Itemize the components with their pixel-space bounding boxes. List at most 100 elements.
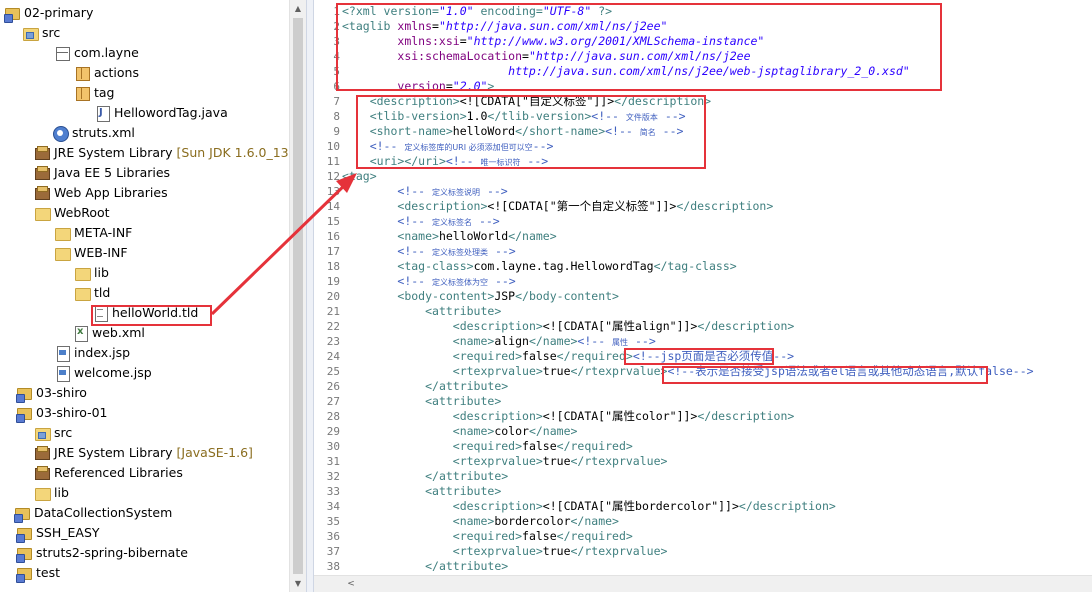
- tree-item-meta-inf[interactable]: META-INF: [54, 223, 132, 243]
- pane-divider[interactable]: [306, 0, 314, 592]
- tree-item-label: tld: [94, 285, 111, 300]
- code-line[interactable]: <!-- 定义标签处理类 -->: [342, 244, 515, 259]
- project-icon: [16, 385, 32, 403]
- tree-item-03-shiro[interactable]: 03-shiro: [16, 383, 87, 403]
- code-line[interactable]: <description><![CDATA["属性color"]]></desc…: [342, 409, 795, 424]
- tree-item-jre-system-library[interactable]: JRE System Library [JavaSE-1.6]: [34, 443, 253, 463]
- tree-item-actions[interactable]: actions: [74, 63, 139, 83]
- code-token: 定义标签体为空: [432, 278, 489, 287]
- tree-item-web-xml[interactable]: web.xml: [72, 323, 145, 343]
- code-line[interactable]: <attribute>: [342, 394, 501, 409]
- tree-item-web-app-libraries[interactable]: Web App Libraries: [34, 183, 168, 203]
- code-line[interactable]: <required>false</required>: [342, 529, 633, 544]
- tree-item-referenced-libraries[interactable]: Referenced Libraries: [34, 463, 183, 483]
- tree-item-src[interactable]: src: [34, 423, 72, 443]
- code-line[interactable]: <attribute>: [342, 304, 501, 319]
- tree-item-label: struts2-spring-bibernate: [36, 545, 188, 560]
- tree-item-label: 03-shiro-01: [36, 405, 108, 420]
- code-token: </body-content>: [515, 289, 619, 303]
- tree-item-struts-xml[interactable]: struts.xml: [52, 123, 135, 143]
- tree-item-decoration: [Sun JDK 1.6.0_13]: [176, 145, 290, 160]
- folder-icon: [54, 225, 71, 241]
- code-line[interactable]: <!-- 定义标签体为空 -->: [342, 274, 516, 289]
- tree-item-struts2-spring-bibernate[interactable]: struts2-spring-bibernate: [16, 543, 188, 563]
- tree-item-label: lib: [54, 485, 69, 500]
- code-line[interactable]: <!-- 定义标签说明 -->: [342, 184, 507, 199]
- scroll-left-arrow-icon[interactable]: <: [344, 576, 358, 592]
- code-line[interactable]: <name>bordercolor</name>: [342, 514, 619, 529]
- tree-item-java-ee-5-libraries[interactable]: Java EE 5 Libraries: [34, 163, 170, 183]
- code-line[interactable]: <attribute>: [342, 484, 501, 499]
- tree-item-lib[interactable]: lib: [34, 483, 69, 503]
- tree-item-02-primary[interactable]: 02-primary: [4, 3, 93, 23]
- tree-item-index-jsp[interactable]: index.jsp: [54, 343, 130, 363]
- code-token: <description>: [452, 499, 543, 513]
- project-icon: [16, 525, 32, 543]
- struts-config-icon: [52, 125, 69, 142]
- tree-item-datacollectionsystem[interactable]: DataCollectionSystem: [14, 503, 172, 523]
- tree-item-label: WebRoot: [54, 205, 110, 220]
- code-line[interactable]: <name>helloWorld</name>: [342, 229, 556, 244]
- code-token: <description>: [397, 199, 488, 213]
- code-line[interactable]: <name>color</name>: [342, 424, 578, 439]
- code-line[interactable]: <tag>: [342, 169, 377, 184]
- tree-item-web-inf[interactable]: WEB-INF: [54, 243, 128, 263]
- code-token: </required>: [556, 529, 633, 543]
- code-token: -->: [488, 274, 516, 288]
- library-icon: [34, 465, 50, 481]
- tree-item-welcome-jsp[interactable]: welcome.jsp: [54, 363, 152, 383]
- tree-item-src[interactable]: src: [22, 23, 60, 43]
- tree-item-jre-system-library[interactable]: JRE System Library [Sun JDK 1.6.0_13]: [34, 143, 290, 163]
- editor-horizontal-scrollbar[interactable]: <: [314, 575, 1092, 592]
- tree-item-label: tag: [94, 85, 115, 100]
- code-line[interactable]: <description><![CDATA["属性bordercolor"]]>…: [342, 499, 836, 514]
- scroll-down-arrow-icon[interactable]: ▼: [290, 575, 306, 592]
- tree-item-com-layne[interactable]: com.layne: [54, 43, 139, 63]
- tree-item-label: META-INF: [74, 225, 133, 240]
- code-line[interactable]: <required>false</required>: [342, 439, 633, 454]
- tree-item-test[interactable]: test: [16, 563, 60, 583]
- tree-item-tld[interactable]: tld: [74, 283, 110, 303]
- code-line[interactable]: <name>align</name><!-- 属性 -->: [342, 334, 656, 349]
- tree-item-label: 03-shiro: [36, 385, 87, 400]
- line-number: 18: [326, 260, 340, 273]
- explorer-vertical-scrollbar[interactable]: ▲ ▼: [289, 0, 306, 592]
- code-line[interactable]: <!-- 定义标签名 -->: [342, 214, 499, 229]
- scroll-up-arrow-icon[interactable]: ▲: [290, 0, 306, 17]
- tree-item-hellowordtag-java[interactable]: HellowordTag.java: [94, 103, 228, 123]
- line-number: 11: [326, 155, 340, 168]
- code-line[interactable]: <body-content>JSP</body-content>: [342, 289, 619, 304]
- code-line[interactable]: <rtexprvalue>true</rtexprvalue>: [342, 544, 668, 559]
- tree-item-tag[interactable]: tag: [74, 83, 115, 103]
- explorer-scroll-thumb[interactable]: [293, 18, 303, 574]
- code-token: </attribute>: [425, 379, 509, 393]
- code-token: -->: [628, 334, 656, 348]
- tree-item-label: lib: [94, 265, 109, 280]
- line-number: 15: [326, 215, 340, 228]
- code-token: true: [542, 454, 571, 468]
- tree-item-03-shiro-01[interactable]: 03-shiro-01: [16, 403, 107, 423]
- tree-item-lib[interactable]: lib: [74, 263, 109, 283]
- tree-item-webroot[interactable]: WebRoot: [34, 203, 110, 223]
- code-token: 定义标签说明: [432, 188, 481, 197]
- code-line[interactable]: <tag-class>com.layne.tag.HellowordTag</t…: [342, 259, 736, 274]
- code-line[interactable]: </attribute>: [342, 559, 508, 574]
- line-number: 14: [326, 200, 340, 213]
- code-line[interactable]: </attribute>: [342, 379, 508, 394]
- tree-item-label: test: [36, 565, 61, 580]
- annotation-box-taglib-meta: [356, 95, 706, 169]
- line-number: 27: [326, 395, 340, 408]
- code-token: <rtexprvalue>: [452, 364, 543, 378]
- code-line[interactable]: <description><![CDATA["第一个自定义标签"]]></des…: [342, 199, 773, 214]
- line-number: 34: [326, 500, 340, 513]
- tree-item-ssh-easy[interactable]: SSH_EASY: [16, 523, 100, 543]
- code-line[interactable]: <rtexprvalue>true</rtexprvalue>: [342, 454, 668, 469]
- code-line[interactable]: </attribute>: [342, 469, 508, 484]
- code-line[interactable]: <description><![CDATA["属性align"]]></desc…: [342, 319, 795, 334]
- code-token: false: [522, 529, 557, 543]
